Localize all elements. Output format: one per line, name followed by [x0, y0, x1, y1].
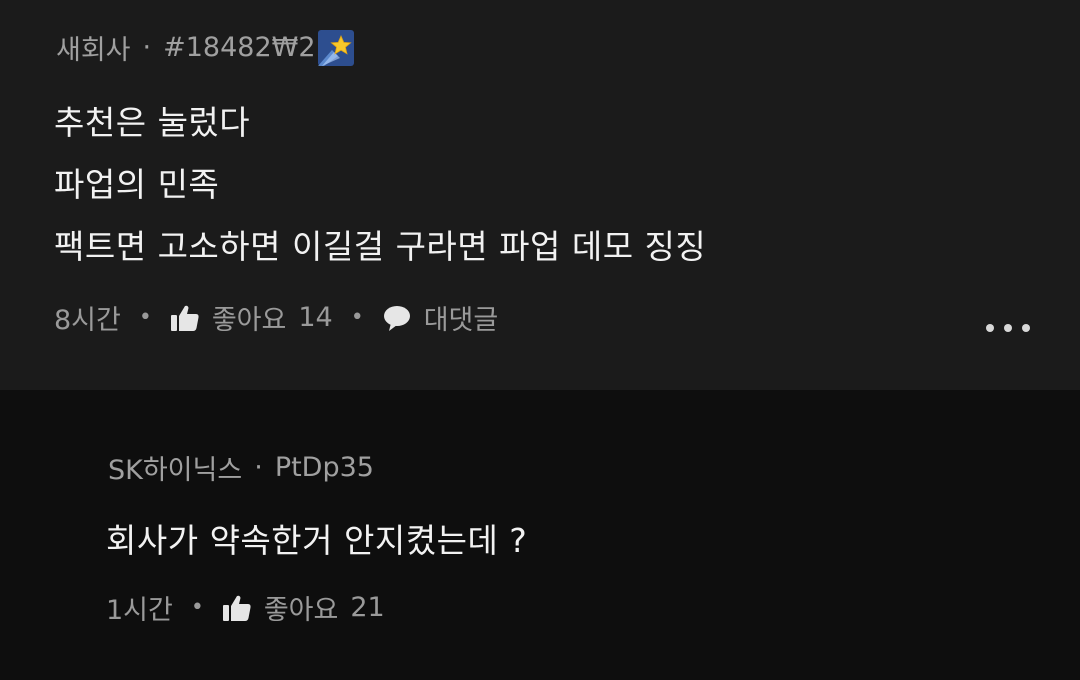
- shooting-star-icon: [317, 29, 354, 66]
- thumbs-up-icon: [170, 304, 200, 332]
- like-button[interactable]: 좋아요 14: [170, 298, 333, 337]
- like-button[interactable]: 좋아요 21: [222, 588, 385, 627]
- like-count: 21: [350, 592, 385, 623]
- like-label: 좋아요: [211, 305, 287, 336]
- comment-author[interactable]: 새회사: [56, 28, 131, 67]
- action-separator: •: [190, 595, 204, 620]
- reply-tag: PtDp35: [274, 452, 374, 483]
- comment-body-line: 추천은 눌렀다: [54, 103, 251, 142]
- action-separator: •: [138, 305, 152, 330]
- reply-meta: SK하이닉스 · PtDp35: [108, 448, 374, 487]
- speech-bubble-icon: [382, 304, 412, 332]
- reply-actions: 1시간 • 좋아요 21: [106, 588, 385, 627]
- comment-thread: 새회사 · #18482₩2 추천은 눌렀다 파업의 민족 팩트면 고소하면 이…: [0, 0, 1080, 680]
- comment-time: 8시간: [54, 305, 121, 336]
- reply-label: 대댓글: [423, 305, 499, 336]
- comment-meta: 새회사 · #18482₩2: [56, 28, 354, 67]
- thumbs-up-icon: [222, 594, 252, 622]
- more-dot: [1022, 324, 1030, 332]
- comment-actions: 8시간 • 좋아요 14 • 대댓글: [54, 298, 498, 337]
- reply-author[interactable]: SK하이닉스: [108, 448, 242, 487]
- comment-body-line: 팩트면 고소하면 이길걸 구라면 파업 데모 징징: [54, 227, 707, 266]
- more-dot: [986, 324, 994, 332]
- more-dot: [1004, 324, 1012, 332]
- comment-card: 새회사 · #18482₩2 추천은 눌렀다 파업의 민족 팩트면 고소하면 이…: [0, 0, 1080, 390]
- like-count: 14: [298, 302, 333, 333]
- like-label: 좋아요: [263, 595, 339, 626]
- reply-card: SK하이닉스 · PtDp35 회사가 약속한거 안지켰는데 ? 1시간 • 좋…: [0, 390, 1080, 680]
- reply-body: 회사가 약속한거 안지켰는데 ?: [106, 521, 528, 560]
- comment-tag: #18482₩2: [163, 32, 316, 63]
- comment-body-line: 파업의 민족: [54, 165, 220, 204]
- meta-separator: ·: [142, 32, 152, 63]
- action-separator: •: [350, 305, 364, 330]
- reply-button[interactable]: 대댓글: [382, 298, 499, 337]
- meta-separator: ·: [254, 452, 263, 483]
- reply-time: 1시간: [106, 595, 173, 626]
- more-horizontal-icon[interactable]: [986, 317, 1030, 339]
